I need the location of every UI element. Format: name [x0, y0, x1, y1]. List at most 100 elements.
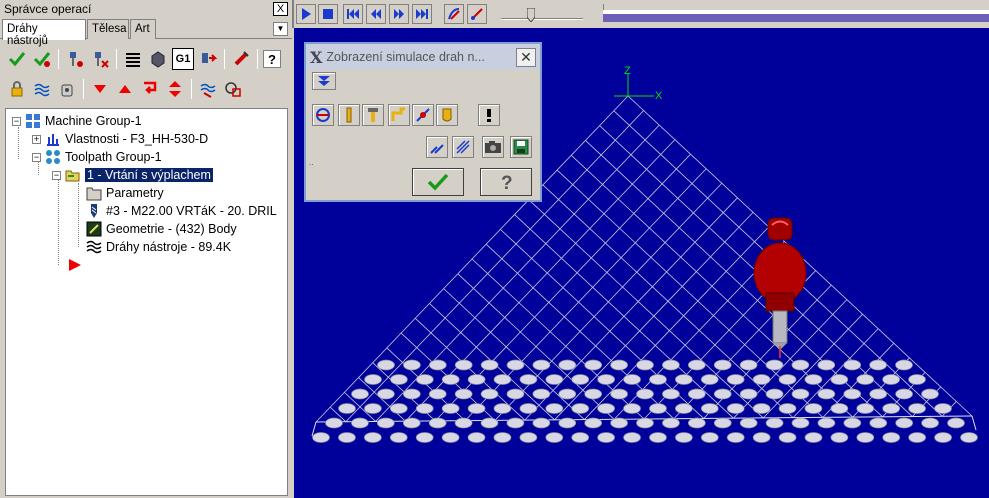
tree-node-operation[interactable]: − 1 - Vrtání s výplachem — [52, 166, 213, 184]
drill-hole — [467, 432, 486, 443]
display-endpoints-icon[interactable] — [412, 104, 434, 126]
dialog-help-button[interactable]: ? — [480, 168, 532, 196]
help-icon[interactable]: ? — [263, 50, 281, 68]
drill-hole — [649, 432, 667, 443]
panel-close-button[interactable]: X — [273, 2, 288, 16]
post-arrow-icon[interactable] — [197, 48, 219, 70]
dialog-close-button[interactable]: ✕ — [516, 47, 536, 67]
toolpath-only-icon[interactable] — [197, 78, 219, 100]
tab-toolpaths[interactable]: Dráhy nástrojů — [2, 19, 86, 47]
go-to-end-button[interactable] — [412, 4, 432, 24]
move-up-icon[interactable] — [114, 78, 136, 100]
tree-node-machine-group[interactable]: − Machine Group-1 — [12, 112, 142, 130]
drill-hole — [675, 432, 693, 443]
drill-hole — [662, 417, 680, 429]
drill-hole — [610, 417, 628, 429]
drill-hole — [467, 403, 486, 414]
drill-hole — [389, 432, 408, 443]
expand-dialog-button[interactable] — [312, 72, 336, 90]
drill-hole — [843, 359, 862, 371]
dialog-resize-dots: .. — [309, 158, 314, 167]
toolpath-group-icon — [45, 149, 61, 165]
tree-node-parameters[interactable]: Parametry — [86, 184, 164, 202]
select-dirty-ops-icon[interactable] — [31, 48, 53, 70]
post-g1-icon[interactable]: G1 — [172, 48, 194, 70]
toggle-post-icon[interactable] — [56, 78, 78, 100]
tree-node-toolpaths[interactable]: Dráhy nástroje - 89.4K — [86, 238, 231, 256]
tree-node-tool[interactable]: #3 - M22.00 VRTáK - 20. DRIL — [86, 202, 277, 220]
toolpath-trace-button[interactable] — [444, 4, 464, 24]
mesh-line — [733, 299, 848, 419]
drill-hole — [480, 417, 499, 429]
drill-hole — [519, 403, 538, 414]
display-selected-icon[interactable] — [222, 78, 244, 100]
toolbar-separator — [257, 49, 258, 69]
drill-hole — [312, 432, 330, 443]
move-down-icon[interactable] — [89, 78, 111, 100]
shade-verify-icon[interactable] — [436, 104, 458, 126]
properties-icon — [45, 131, 61, 147]
insert-arrow-marker[interactable] — [68, 256, 82, 274]
drill-hole — [506, 417, 525, 429]
drill-hole — [934, 403, 952, 414]
display-holder-icon[interactable] — [362, 104, 384, 126]
collapse-icon[interactable]: − — [52, 170, 61, 180]
tab-solids[interactable]: Tělesa — [87, 19, 129, 39]
expand-icon[interactable]: + — [32, 134, 41, 144]
toolpath-mode-icon[interactable] — [426, 136, 448, 158]
drill-hole — [804, 432, 823, 443]
display-tool-icon[interactable] — [338, 104, 360, 126]
tab-art[interactable]: Art — [130, 19, 156, 39]
panel-title: Správce operací — [4, 2, 92, 16]
mesh-line — [514, 214, 734, 419]
backplot-icon[interactable] — [122, 48, 144, 70]
tree-label: #3 - M22.00 VRTáK - 20. DRIL — [106, 204, 277, 218]
go-to-start-button[interactable] — [343, 4, 363, 24]
simulation-progress-bar[interactable] — [603, 13, 989, 22]
drill-hole — [428, 388, 447, 400]
drill-hole — [441, 403, 460, 414]
drill-hole — [428, 417, 447, 429]
regenerate-dirty-icon[interactable] — [89, 48, 111, 70]
drill-hole — [390, 374, 408, 385]
dialog-title-bar[interactable]: X Zobrazení simulace drah n... ✕ — [306, 44, 540, 70]
select-all-ops-icon[interactable] — [6, 48, 28, 70]
drill-hole — [610, 388, 628, 400]
step-back-button[interactable] — [366, 4, 386, 24]
tree-node-toolpath-group[interactable]: − Toolpath Group-1 — [32, 148, 162, 166]
insert-after-icon[interactable] — [139, 78, 161, 100]
z-axis-label: Z — [624, 65, 631, 77]
step-forward-button[interactable] — [389, 4, 409, 24]
verify-icon[interactable] — [147, 48, 169, 70]
tree-label: 1 - Vrtání s výplachem — [85, 168, 213, 182]
drill-hole — [610, 359, 628, 371]
drill-hole — [921, 388, 939, 400]
drill-hole — [532, 359, 551, 371]
speed-slider[interactable] — [501, 4, 583, 24]
display-rapid-icon[interactable] — [388, 104, 410, 126]
drill-hole — [506, 359, 525, 371]
screenshot-camera-icon[interactable] — [482, 136, 504, 158]
lock-icon[interactable] — [6, 78, 28, 100]
regenerate-icon[interactable] — [64, 48, 86, 70]
play-button[interactable] — [296, 4, 316, 24]
toolpath-run-button[interactable] — [467, 4, 487, 24]
drill-hole — [895, 417, 914, 429]
stop-button[interactable] — [318, 4, 338, 24]
move-updown-icon[interactable] — [164, 78, 186, 100]
ok-button[interactable] — [412, 168, 464, 196]
toolpath-mode-all-icon[interactable] — [452, 136, 474, 158]
toggle-display-icon[interactable] — [31, 78, 53, 100]
drill-hole — [869, 417, 888, 429]
dialog-help-info-icon[interactable] — [478, 104, 500, 126]
toggle-color-cycle-icon[interactable] — [312, 104, 334, 126]
drill-hole — [571, 403, 590, 414]
panel-dropdown-button[interactable]: ▼ — [273, 22, 288, 36]
highfeed-icon[interactable] — [230, 48, 252, 70]
save-icon[interactable] — [510, 136, 532, 158]
tree-node-geometry[interactable]: Geometrie - (432) Body — [86, 220, 237, 238]
tree-node-properties[interactable]: + Vlastnosti - F3_HH-530-D — [32, 130, 208, 148]
collapse-icon[interactable]: − — [32, 152, 41, 162]
drill-hole — [882, 374, 900, 385]
collapse-icon[interactable]: − — [12, 116, 21, 126]
